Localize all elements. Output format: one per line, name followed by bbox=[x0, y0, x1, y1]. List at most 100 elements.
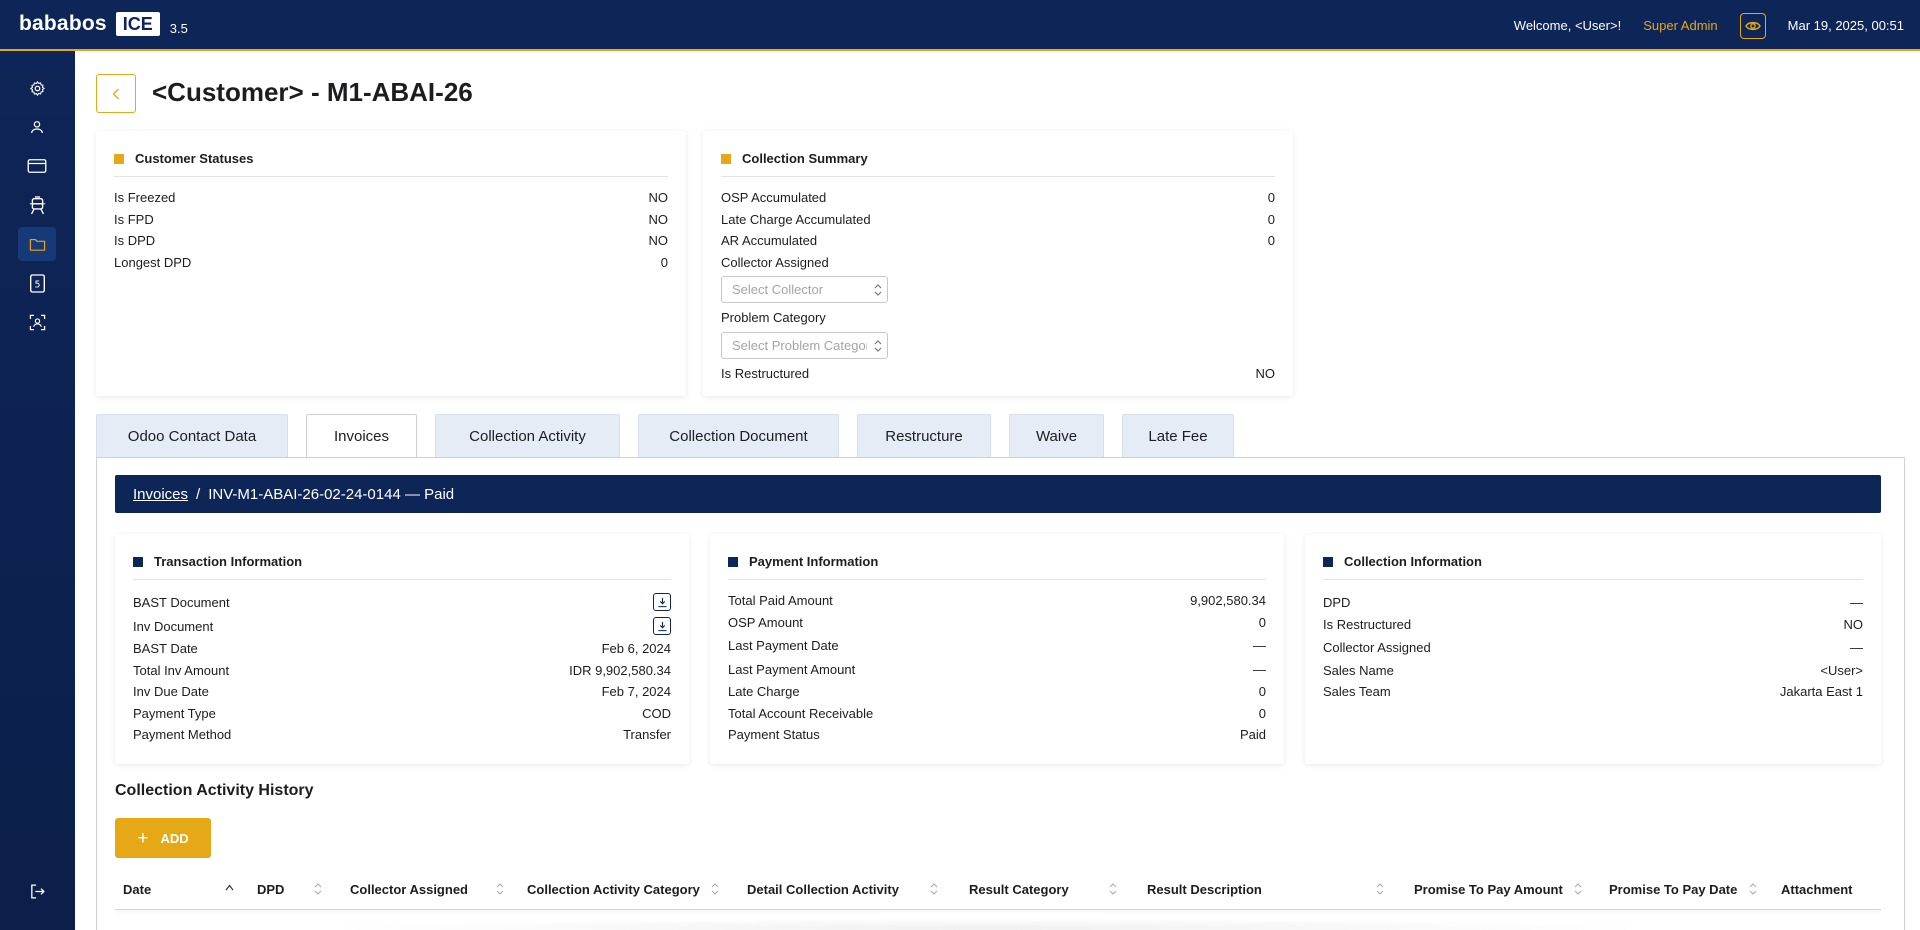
sidebar-item-delivery[interactable] bbox=[18, 188, 56, 222]
view-mode-button[interactable] bbox=[1739, 12, 1766, 39]
column-label: Result Category bbox=[969, 881, 1069, 897]
info-row: Payment Method Transfer bbox=[133, 724, 671, 746]
summary-label: AR Accumulated bbox=[721, 233, 818, 249]
tab-collection-activity[interactable]: Collection Activity bbox=[435, 414, 620, 457]
info-value: Transfer bbox=[623, 727, 671, 743]
summary-row: Is Restructured NO bbox=[721, 363, 1275, 385]
collector-label-row: Collector Assigned bbox=[721, 252, 1275, 274]
bast-document-label: BAST Document bbox=[133, 594, 230, 610]
user-role: Super Admin bbox=[1643, 18, 1718, 33]
column-header-activity-category[interactable]: Collection Activity Category bbox=[527, 868, 700, 910]
info-row: BAST Date Feb 6, 2024 bbox=[133, 638, 671, 660]
column-header-collector-assigned[interactable]: Collector Assigned bbox=[350, 868, 468, 910]
tab-invoices[interactable]: Invoices bbox=[306, 414, 417, 458]
summary-value: 0 bbox=[1267, 211, 1275, 227]
info-label: Payment Type bbox=[133, 705, 216, 721]
sort-icon[interactable] bbox=[1376, 882, 1384, 896]
select-arrows-icon bbox=[874, 284, 882, 296]
column-label: Promise To Pay Amount bbox=[1414, 881, 1563, 897]
card-icon bbox=[27, 159, 47, 173]
info-label: Last Payment Date bbox=[728, 637, 839, 653]
info-label: Late Charge bbox=[728, 684, 800, 700]
info-row: Last Payment Amount — bbox=[728, 657, 1266, 681]
info-row: Sales Team Jakarta East 1 bbox=[1323, 681, 1863, 703]
info-value: — bbox=[1253, 661, 1266, 677]
summary-row: Late Charge Accumulated 0 bbox=[721, 209, 1275, 231]
current-datetime: Mar 19, 2025, 00:51 bbox=[1787, 18, 1904, 33]
info-row: DPD — bbox=[1323, 590, 1863, 614]
bast-document-download-button[interactable] bbox=[653, 593, 671, 611]
sort-icon[interactable] bbox=[1749, 882, 1757, 896]
column-header-detail-activity[interactable]: Detail Collection Activity bbox=[747, 868, 899, 910]
tab-waive[interactable]: Waive bbox=[1009, 414, 1104, 457]
transaction-info-card: Transaction Information BAST Document In… bbox=[115, 534, 689, 764]
sidebar-item-users[interactable] bbox=[18, 110, 56, 144]
column-label: Result Description bbox=[1147, 881, 1262, 897]
info-value: 0 bbox=[1258, 684, 1266, 700]
chevron-left-icon bbox=[112, 88, 119, 99]
sidebar-item-payments[interactable] bbox=[18, 149, 56, 183]
column-header-dpd[interactable]: DPD bbox=[257, 868, 284, 910]
info-row: Is Restructured NO bbox=[1323, 614, 1863, 636]
status-row: Longest DPD 0 bbox=[114, 252, 668, 274]
sidebar-item-customers[interactable] bbox=[18, 227, 56, 261]
sort-icon[interactable] bbox=[314, 882, 322, 896]
activity-history-table: Date DPD Collector Assigned Collection A… bbox=[115, 868, 1881, 930]
sort-icon[interactable] bbox=[496, 882, 504, 896]
column-header-ptp-date[interactable]: Promise To Pay Date bbox=[1609, 868, 1737, 910]
status-value: NO bbox=[648, 233, 669, 249]
status-value: NO bbox=[648, 190, 669, 206]
info-row: Late Charge 0 bbox=[728, 681, 1266, 703]
info-row: Payment Status Paid bbox=[728, 724, 1266, 746]
sort-asc-icon[interactable] bbox=[225, 884, 234, 891]
tab-odoo-contact-data[interactable]: Odoo Contact Data bbox=[96, 414, 288, 457]
section-title: Collection Activity History bbox=[115, 782, 314, 799]
customer-statuses-card: Customer Statuses Is Freezed NO Is FPD NO … bbox=[96, 131, 686, 396]
inv-document-download-button[interactable] bbox=[653, 617, 671, 635]
back-button[interactable] bbox=[96, 74, 136, 113]
problem-category-select[interactable]: Select Problem Category bbox=[721, 331, 888, 359]
sidebar-item-settings[interactable] bbox=[18, 71, 56, 105]
tab-late-fee[interactable]: Late Fee bbox=[1122, 414, 1234, 457]
tab-collection-document[interactable]: Collection Document bbox=[638, 414, 839, 457]
sidebar-item-reports[interactable]: 5 bbox=[18, 266, 56, 300]
status-value: 0 bbox=[660, 254, 668, 270]
tab-restructure[interactable]: Restructure bbox=[857, 414, 991, 457]
collector-select[interactable]: Select Collector bbox=[721, 276, 888, 303]
add-activity-button[interactable]: + ADD bbox=[115, 818, 211, 858]
sidebar-item-logout[interactable] bbox=[18, 874, 56, 908]
summary-row: AR Accumulated 0 bbox=[721, 230, 1275, 252]
info-label: Last Payment Amount bbox=[728, 661, 856, 677]
collector-placeholder: Select Collector bbox=[732, 282, 824, 297]
column-header-ptp-amount[interactable]: Promise To Pay Amount bbox=[1414, 868, 1563, 910]
breadcrumb-invoices-link[interactable]: Invoices bbox=[133, 486, 188, 503]
summary-value: NO bbox=[1255, 365, 1276, 381]
column-header-result-description[interactable]: Result Description bbox=[1147, 868, 1262, 910]
column-label: Date bbox=[123, 881, 152, 897]
settings-icon bbox=[29, 80, 45, 96]
sidebar-item-face-scan[interactable] bbox=[18, 305, 56, 339]
problem-label-row: Problem Category bbox=[721, 307, 1275, 329]
sort-icon[interactable] bbox=[1109, 882, 1117, 896]
status-label: Is FPD bbox=[114, 211, 154, 227]
sort-icon[interactable] bbox=[1574, 882, 1582, 896]
summary-label: OSP Accumulated bbox=[721, 190, 827, 206]
card-header: Transaction Information bbox=[133, 554, 671, 580]
info-label: Total Account Receivable bbox=[728, 705, 874, 721]
column-header-result-category[interactable]: Result Category bbox=[969, 868, 1069, 910]
info-value: COD bbox=[642, 705, 671, 721]
status-label: Longest DPD bbox=[114, 254, 192, 270]
bast-document-row: BAST Document bbox=[133, 590, 671, 614]
app-logo[interactable]: bababos ICE 3.5 bbox=[19, 12, 188, 36]
tab-bar: Odoo Contact Data Invoices Collection Ac… bbox=[96, 414, 1252, 458]
column-header-date[interactable]: Date bbox=[123, 868, 151, 910]
column-label: Detail Collection Activity bbox=[747, 881, 899, 897]
card-header: Payment Information bbox=[728, 554, 1266, 580]
sort-icon[interactable] bbox=[930, 882, 938, 896]
table-header: Date DPD Collector Assigned Collection A… bbox=[115, 868, 1881, 910]
info-value: Feb 7, 2024 bbox=[601, 684, 671, 700]
column-label: DPD bbox=[257, 881, 285, 897]
app-version: 3.5 bbox=[169, 20, 188, 36]
sort-icon[interactable] bbox=[711, 882, 719, 896]
info-row: Total Paid Amount 9,902,580.34 bbox=[728, 590, 1266, 612]
